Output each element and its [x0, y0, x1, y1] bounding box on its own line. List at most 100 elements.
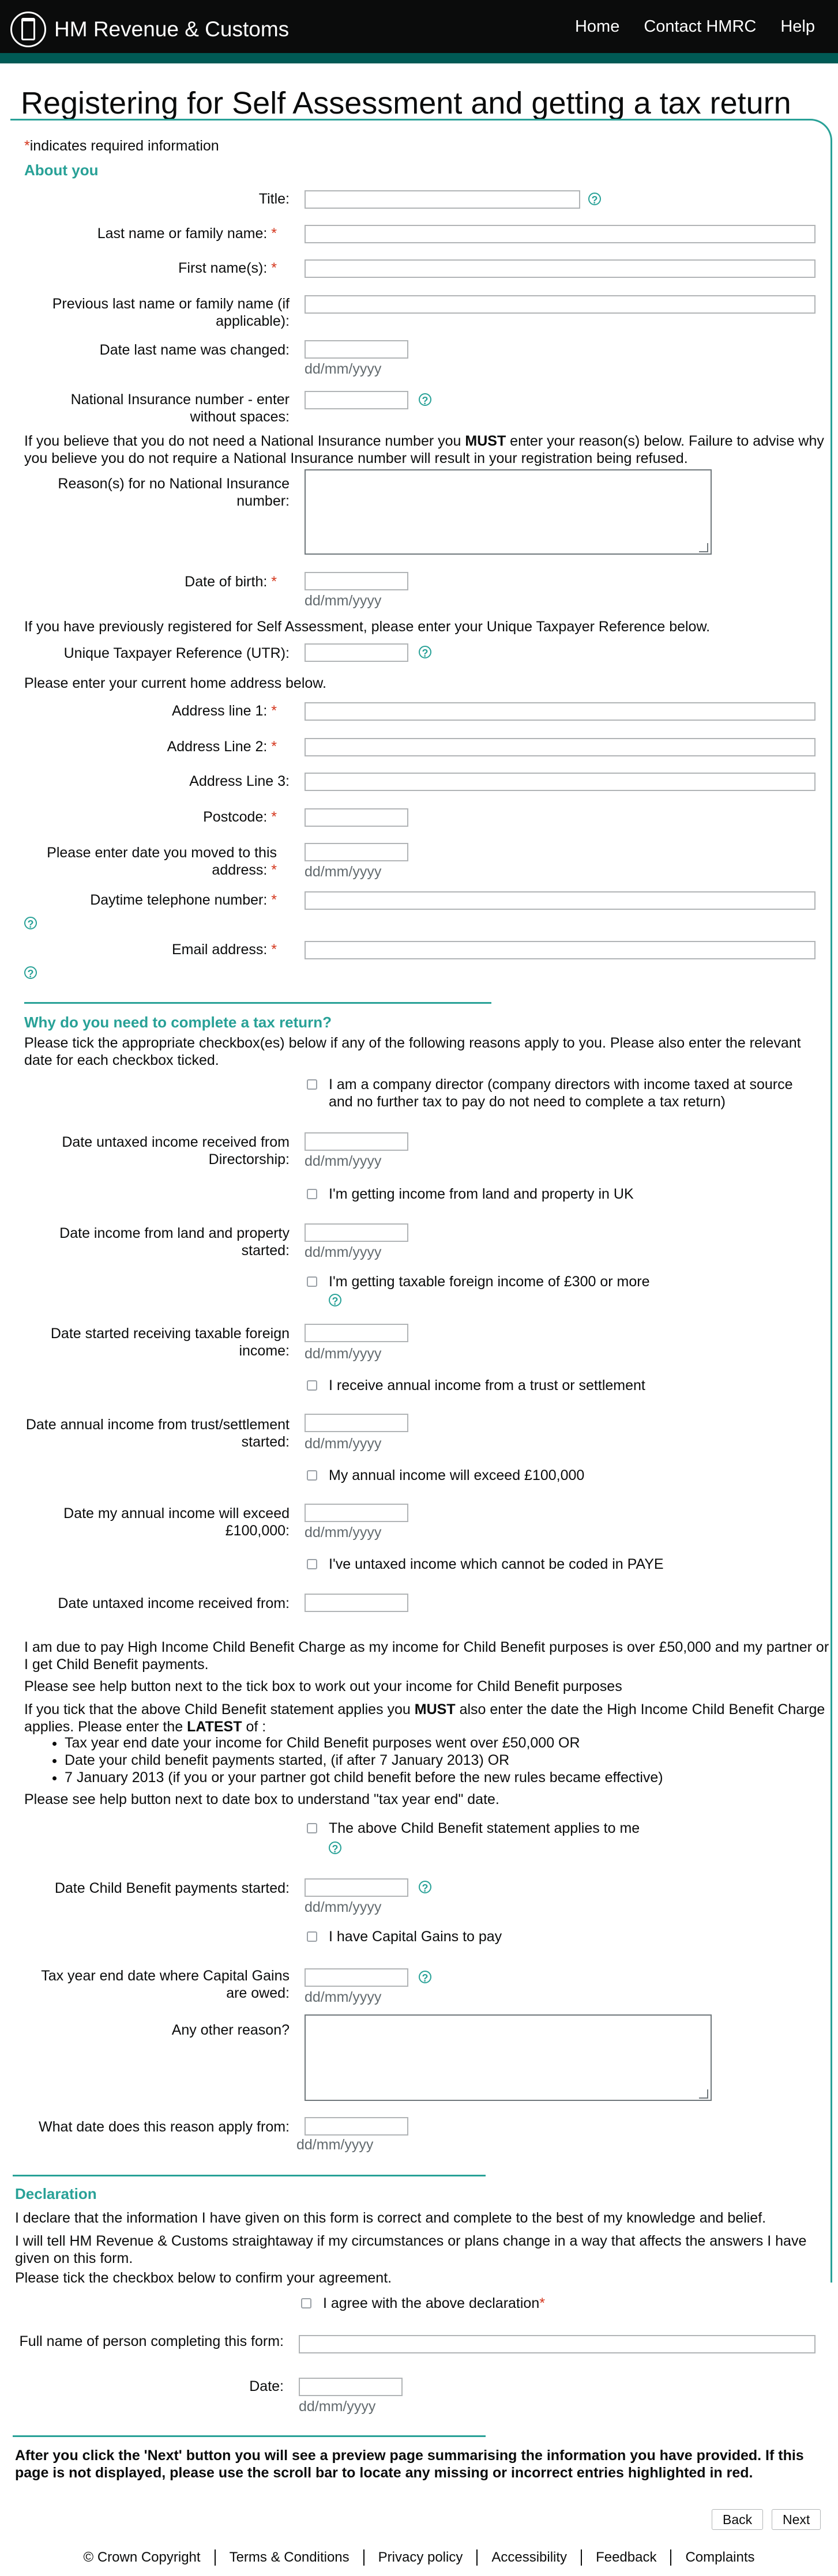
required-note: *indicates required information: [24, 138, 219, 154]
prev-last-name-label: Previous last name or family name (if ap…: [52, 296, 290, 329]
other-date-input[interactable]: [305, 2117, 408, 2136]
list-item: Date your child benefit payments started…: [65, 1752, 832, 1769]
date-hint: dd/mm/yyyy: [305, 1244, 382, 1260]
cgt-checkbox[interactable]: [307, 1931, 317, 1942]
address-line-3-input[interactable]: [305, 773, 816, 791]
ni-number-label: National Insurance number - enter withou…: [70, 391, 290, 425]
section-divider: [24, 1002, 491, 1004]
dob-input[interactable]: [305, 572, 408, 590]
cgt-date-input[interactable]: [305, 1968, 408, 1987]
child-benefit-date-label: Date Child Benefit payments started:: [54, 1880, 290, 1896]
top-nav: Home Contact HMRC Help: [575, 17, 815, 36]
foreign-checkbox[interactable]: [307, 1276, 317, 1287]
property-label: I'm getting income from land and propert…: [329, 1186, 634, 1202]
declaration-text-2: I will tell HM Revenue & Customs straigh…: [15, 2233, 807, 2266]
address-line-1-input[interactable]: [305, 702, 816, 721]
untaxed-checkbox[interactable]: [307, 1559, 317, 1569]
first-names-input[interactable]: [305, 259, 816, 278]
foreign-label: I'm getting taxable foreign income of £3…: [329, 1274, 650, 1290]
phone-help-icon[interactable]: ?: [24, 917, 37, 930]
cgt-help-icon[interactable]: ?: [419, 1971, 431, 1984]
over-100k-checkbox[interactable]: [307, 1470, 317, 1481]
date-hint: dd/mm/yyyy: [296, 2137, 374, 2153]
site-header: HM Revenue & Customs Home Contact HMRC H…: [0, 0, 838, 53]
other-reason-textarea[interactable]: [305, 2014, 712, 2101]
utr-intro: If you have previously registered for Se…: [24, 619, 711, 635]
address-line-3-label: Address Line 3:: [189, 773, 290, 789]
date-last-changed-input[interactable]: [305, 340, 408, 359]
about-you-heading: About you: [24, 161, 99, 179]
child-benefit-label: The above Child Benefit statement applie…: [329, 1820, 640, 1836]
child-benefit-date-input[interactable]: [305, 1878, 408, 1897]
date-hint: dd/mm/yyyy: [305, 864, 382, 880]
next-button[interactable]: Next: [772, 2509, 821, 2530]
property-date-input[interactable]: [305, 1223, 408, 1242]
declaration-date-input[interactable]: [299, 2378, 403, 2396]
trust-checkbox[interactable]: [307, 1380, 317, 1391]
director-date-label: Date untaxed income received from Direct…: [62, 1134, 290, 1168]
director-date-input[interactable]: [305, 1132, 408, 1151]
ni-help-icon[interactable]: ?: [419, 393, 431, 406]
title-input[interactable]: [305, 190, 580, 209]
date-hint: dd/mm/yyyy: [305, 593, 382, 609]
property-checkbox[interactable]: [307, 1189, 317, 1199]
other-reason-label: Any other reason?: [171, 2022, 290, 2038]
trust-date-input[interactable]: [305, 1414, 408, 1432]
complaints-link[interactable]: Complaints: [685, 2549, 754, 2566]
untaxed-date-input[interactable]: [305, 1594, 408, 1612]
accessibility-link[interactable]: Accessibility: [491, 2549, 567, 2566]
cgt-date-label: Tax year end date where Capital Gains ar…: [41, 1968, 290, 2001]
director-checkbox[interactable]: [307, 1079, 317, 1090]
untaxed-label: I've untaxed income which cannot be code…: [329, 1556, 664, 1572]
over-100k-date-input[interactable]: [305, 1504, 408, 1522]
resize-grip-icon[interactable]: [699, 543, 708, 552]
full-name-input[interactable]: [299, 2335, 816, 2353]
child-benefit-checkbox[interactable]: [307, 1823, 317, 1833]
date-hint: dd/mm/yyyy: [305, 1524, 382, 1541]
over-100k-label: My annual income will exceed £100,000: [329, 1467, 585, 1483]
declaration-date-label: Date:: [249, 2378, 284, 2394]
feedback-link[interactable]: Feedback: [596, 2549, 656, 2566]
address-line-2-label: Address Line 2: *: [167, 739, 277, 755]
phone-label: Daytime telephone number: *: [90, 892, 277, 908]
director-label: I am a company director (company directo…: [329, 1076, 793, 1110]
cgt-label: I have Capital Gains to pay: [329, 1929, 502, 1945]
section-divider: [13, 2435, 486, 2437]
no-ni-reason-textarea[interactable]: [305, 469, 712, 555]
title-help-icon[interactable]: ?: [588, 193, 601, 206]
ni-number-input[interactable]: [305, 391, 408, 409]
agree-checkbox[interactable]: [301, 2298, 311, 2308]
email-help-icon[interactable]: ?: [24, 966, 37, 980]
child-benefit-list: Tax year end date your income for Child …: [24, 1734, 832, 1786]
date-moved-input[interactable]: [305, 843, 408, 861]
other-date-label: What date does this reason apply from:: [39, 2119, 290, 2135]
utr-input[interactable]: [305, 643, 408, 662]
last-name-input[interactable]: [305, 225, 816, 243]
date-hint: dd/mm/yyyy: [305, 1989, 382, 2005]
prev-last-name-input[interactable]: [305, 295, 816, 314]
foreign-help-icon[interactable]: ?: [329, 1294, 341, 1307]
postcode-input[interactable]: [305, 808, 408, 827]
child-benefit-text-2: Please see help button next to the tick …: [24, 1678, 622, 1694]
utr-help-icon[interactable]: ?: [419, 646, 431, 659]
foreign-date-input[interactable]: [305, 1324, 408, 1342]
hmrc-logo[interactable]: HM Revenue & Customs: [10, 12, 289, 47]
address-intro: Please enter your current home address b…: [24, 675, 326, 691]
phone-input[interactable]: [305, 891, 816, 910]
resize-grip-icon[interactable]: [699, 2089, 708, 2099]
declaration-heading: Declaration: [15, 2185, 97, 2202]
nav-contact-link[interactable]: Contact HMRC: [644, 17, 756, 36]
child-benefit-help-icon[interactable]: ?: [329, 1841, 341, 1855]
date-hint: dd/mm/yyyy: [299, 2398, 376, 2415]
date-hint: dd/mm/yyyy: [305, 361, 382, 377]
privacy-link[interactable]: Privacy policy: [378, 2549, 463, 2566]
nav-home-link[interactable]: Home: [575, 17, 619, 36]
back-button[interactable]: Back: [712, 2509, 764, 2530]
email-input[interactable]: [305, 941, 816, 959]
copyright-text: © Crown Copyright: [83, 2549, 201, 2565]
nav-help-link[interactable]: Help: [780, 17, 815, 36]
address-line-2-input[interactable]: [305, 738, 816, 756]
terms-link[interactable]: Terms & Conditions: [230, 2549, 350, 2566]
child-benefit-date-help-icon[interactable]: ?: [419, 1881, 431, 1894]
site-footer: © Crown Copyright Terms & Conditions Pri…: [0, 2549, 838, 2566]
